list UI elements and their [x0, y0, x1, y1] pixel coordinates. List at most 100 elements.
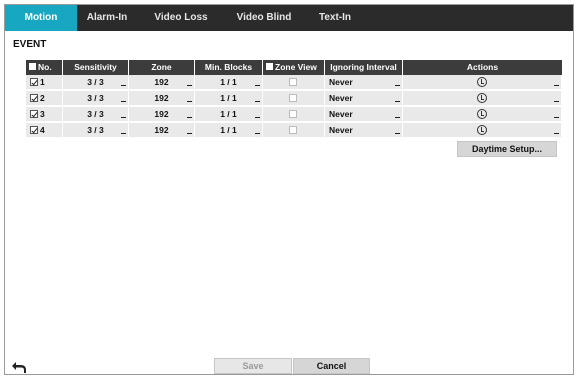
cell-actions[interactable]	[403, 123, 562, 138]
row-number: 4	[40, 125, 45, 135]
dropdown-indicator-icon	[554, 117, 559, 118]
dropdown-indicator-icon	[554, 133, 559, 134]
cell-zone-view[interactable]	[263, 123, 325, 138]
zone-view-checkbox[interactable]	[288, 78, 297, 86]
cell-zone[interactable]: 192	[129, 91, 195, 106]
dropdown-indicator-icon	[395, 133, 400, 134]
table-row: 3 3 / 3 192 1 / 1 Never	[26, 107, 562, 122]
ignoring-interval-value: Never	[329, 125, 353, 135]
row-enable-checkbox[interactable]	[30, 126, 38, 134]
settings-clock-icon[interactable]	[477, 93, 487, 103]
cell-zone[interactable]: 192	[129, 107, 195, 122]
dropdown-indicator-icon	[554, 85, 559, 86]
zone-value: 192	[154, 93, 169, 103]
zone-value: 192	[154, 77, 169, 87]
save-button[interactable]: Save	[214, 358, 292, 374]
cell-sensitivity[interactable]: 3 / 3	[63, 75, 129, 90]
cell-actions[interactable]	[403, 75, 562, 90]
cell-zone[interactable]: 192	[129, 75, 195, 90]
header-actions: Actions	[403, 60, 562, 75]
dropdown-indicator-icon	[121, 85, 126, 86]
row-enable-checkbox[interactable]	[30, 94, 38, 102]
dropdown-indicator-icon	[121, 101, 126, 102]
dropdown-indicator-icon	[187, 101, 192, 102]
select-all-checkbox[interactable]	[29, 63, 36, 70]
settings-clock-icon[interactable]	[477, 77, 487, 87]
dropdown-indicator-icon	[121, 133, 126, 134]
dropdown-indicator-icon	[187, 85, 192, 86]
return-arrow-icon[interactable]	[11, 361, 27, 374]
zone-view-checkbox[interactable]	[288, 94, 297, 102]
dropdown-indicator-icon	[255, 85, 260, 86]
cell-min-blocks[interactable]: 1 / 1	[195, 123, 263, 138]
cell-no[interactable]: 3	[26, 107, 63, 122]
zone-value: 192	[154, 109, 169, 119]
cancel-button[interactable]: Cancel	[293, 358, 370, 374]
cell-min-blocks[interactable]: 1 / 1	[195, 75, 263, 90]
cell-zone-view[interactable]	[263, 107, 325, 122]
cell-ignoring-interval[interactable]: Never	[325, 123, 403, 138]
cell-sensitivity[interactable]: 3 / 3	[63, 123, 129, 138]
cell-ignoring-interval[interactable]: Never	[325, 107, 403, 122]
dropdown-indicator-icon	[187, 117, 192, 118]
tab-alarm-in[interactable]: Alarm-In	[77, 5, 137, 31]
header-ignoring-interval: Ignoring Interval	[325, 60, 403, 75]
row-number: 1	[40, 77, 45, 87]
zone-view-all-checkbox[interactable]	[266, 63, 273, 70]
row-enable-checkbox[interactable]	[30, 78, 38, 86]
cell-ignoring-interval[interactable]: Never	[325, 91, 403, 106]
section-title: EVENT	[13, 39, 47, 50]
cell-actions[interactable]	[403, 91, 562, 106]
zone-view-checkbox[interactable]	[288, 126, 297, 134]
dropdown-indicator-icon	[255, 101, 260, 102]
header-no[interactable]: No.	[26, 60, 63, 75]
tab-motion[interactable]: Motion	[5, 5, 77, 31]
dropdown-indicator-icon	[554, 101, 559, 102]
table-row: 2 3 / 3 192 1 / 1 Never	[26, 91, 562, 106]
cell-zone-view[interactable]	[263, 75, 325, 90]
cell-ignoring-interval[interactable]: Never	[325, 75, 403, 90]
dropdown-indicator-icon	[395, 117, 400, 118]
header-zone-view[interactable]: Zone View	[263, 60, 325, 75]
dropdown-indicator-icon	[187, 133, 192, 134]
settings-clock-icon[interactable]	[477, 125, 487, 135]
header-min-blocks: Min. Blocks	[195, 60, 263, 75]
ignoring-interval-value: Never	[329, 93, 353, 103]
tab-video-blind[interactable]: Video Blind	[227, 5, 301, 31]
cell-zone[interactable]: 192	[129, 123, 195, 138]
sensitivity-value: 3 / 3	[87, 93, 104, 103]
cell-no[interactable]: 2	[26, 91, 63, 106]
cell-sensitivity[interactable]: 3 / 3	[63, 91, 129, 106]
dropdown-indicator-icon	[255, 133, 260, 134]
sensitivity-value: 3 / 3	[87, 125, 104, 135]
tab-bar: Motion Alarm-In Video Loss Video Blind T…	[5, 5, 573, 31]
table-row: 4 3 / 3 192 1 / 1 Never	[26, 123, 562, 138]
min-blocks-value: 1 / 1	[220, 93, 237, 103]
cell-no[interactable]: 1	[26, 75, 63, 90]
settings-clock-icon[interactable]	[477, 109, 487, 119]
ignoring-interval-value: Never	[329, 77, 353, 87]
header-sensitivity: Sensitivity	[63, 60, 129, 75]
row-number: 3	[40, 109, 45, 119]
cell-min-blocks[interactable]: 1 / 1	[195, 107, 263, 122]
zone-value: 192	[154, 125, 169, 135]
cell-actions[interactable]	[403, 107, 562, 122]
table-row: 1 3 / 3 192 1 / 1 Never	[26, 75, 562, 90]
zone-view-checkbox[interactable]	[288, 110, 297, 118]
row-enable-checkbox[interactable]	[30, 110, 38, 118]
dropdown-indicator-icon	[121, 117, 126, 118]
tab-video-loss[interactable]: Video Loss	[147, 5, 215, 31]
ignoring-interval-value: Never	[329, 109, 353, 119]
cell-zone-view[interactable]	[263, 91, 325, 106]
cell-no[interactable]: 4	[26, 123, 63, 138]
cell-sensitivity[interactable]: 3 / 3	[63, 107, 129, 122]
dropdown-indicator-icon	[255, 117, 260, 118]
dropdown-indicator-icon	[395, 85, 400, 86]
min-blocks-value: 1 / 1	[220, 109, 237, 119]
row-number: 2	[40, 93, 45, 103]
tab-text-in[interactable]: Text-In	[307, 5, 363, 31]
daytime-setup-button[interactable]: Daytime Setup...	[457, 141, 557, 157]
cell-min-blocks[interactable]: 1 / 1	[195, 91, 263, 106]
sensitivity-value: 3 / 3	[87, 109, 104, 119]
event-settings-window: Motion Alarm-In Video Loss Video Blind T…	[4, 4, 574, 375]
